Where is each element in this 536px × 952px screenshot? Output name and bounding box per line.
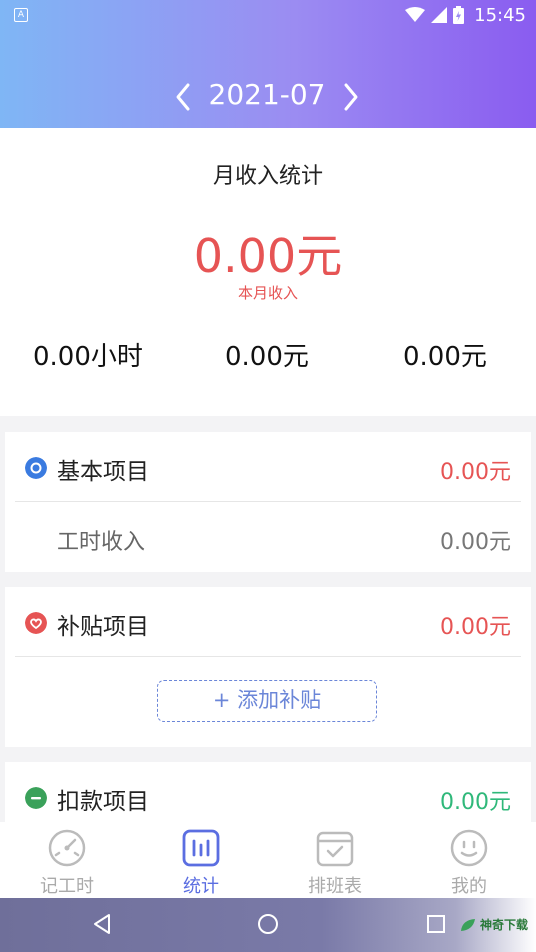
divider [15, 656, 521, 657]
tab-statistics-label: 统计 [183, 876, 219, 897]
stat-amount-1: 0.00元 [225, 342, 309, 372]
bar-chart-icon [182, 829, 220, 867]
status-right: 15:45 [405, 4, 526, 26]
work-hours-income-value: 0.00元 [440, 530, 511, 555]
monthly-income-caption: 本月收入 [237, 284, 298, 302]
tab-schedule-label: 排班表 [308, 876, 362, 897]
basic-circle-icon [25, 457, 47, 479]
tab-record-hours-label: 记工时 [40, 876, 94, 897]
basic-items-header[interactable]: 基本项目 0.00元 [5, 432, 531, 502]
stat-hours: 0.00小时 [33, 342, 143, 372]
summary-title: 月收入统计 [212, 164, 323, 189]
divider [15, 501, 521, 502]
wifi-icon [405, 7, 426, 22]
app-notification-icon: A [14, 8, 28, 22]
calendar-check-icon [316, 831, 354, 867]
back-triangle-icon[interactable] [90, 912, 114, 936]
status-bar: A 15:45 [0, 0, 536, 32]
deduction-items-title: 扣款项目 [57, 789, 149, 815]
tab-mine-label: 我的 [451, 876, 487, 897]
system-navigation-bar: 神奇下载 [0, 898, 536, 952]
signal-icon [431, 7, 448, 23]
tab-schedule[interactable]: 排班表 [268, 822, 402, 898]
month-navigator: 2021-07 [0, 76, 536, 118]
heart-icon [25, 612, 47, 634]
subsidy-items-amount: 0.00元 [440, 615, 511, 640]
header: A 15:45 2021-07 [0, 0, 536, 128]
battery-icon [453, 6, 465, 24]
current-month[interactable]: 2021-07 [196, 78, 338, 111]
smiley-icon [450, 829, 488, 867]
subsidy-items-header[interactable]: 补贴项目 0.00元 [5, 587, 531, 657]
subsidy-items-card: 补贴项目 0.00元 + 添加补贴 [5, 587, 531, 747]
tab-mine[interactable]: 我的 [402, 822, 536, 898]
leaf-logo-icon [460, 918, 475, 931]
deduction-items-amount: 0.00元 [440, 790, 511, 815]
gauge-icon [48, 829, 86, 867]
basic-items-amount: 0.00元 [440, 460, 511, 485]
basic-items-card: 基本项目 0.00元 工时收入 0.00元 [5, 432, 531, 572]
minus-circle-icon [25, 787, 47, 809]
recent-apps-square-icon[interactable] [424, 912, 448, 936]
add-subsidy-button[interactable]: + 添加补贴 [157, 680, 377, 722]
income-summary: 月收入统计 0.00元 本月收入 0.00小时 0.00元 0.00元 [0, 128, 536, 416]
home-circle-icon[interactable] [256, 912, 280, 936]
watermark-text: 神奇下载 [479, 918, 528, 932]
watermark: 神奇下载 [460, 916, 528, 933]
next-month-button[interactable] [338, 80, 364, 114]
monthly-income-amount: 0.00元 [193, 229, 343, 283]
clock-time: 15:45 [474, 4, 526, 26]
basic-items-title: 基本项目 [57, 459, 149, 485]
bottom-tab-bar: 记工时 统计 排班表 我的 [0, 822, 536, 898]
work-hours-income-label: 工时收入 [57, 530, 146, 555]
tab-statistics[interactable]: 统计 [134, 822, 268, 898]
subsidy-items-title: 补贴项目 [57, 614, 149, 640]
tab-record-hours[interactable]: 记工时 [0, 822, 134, 898]
deduction-items-card: 扣款项目 0.00元 [5, 762, 531, 822]
stat-amount-2: 0.00元 [403, 342, 487, 372]
previous-month-button[interactable] [170, 80, 196, 114]
